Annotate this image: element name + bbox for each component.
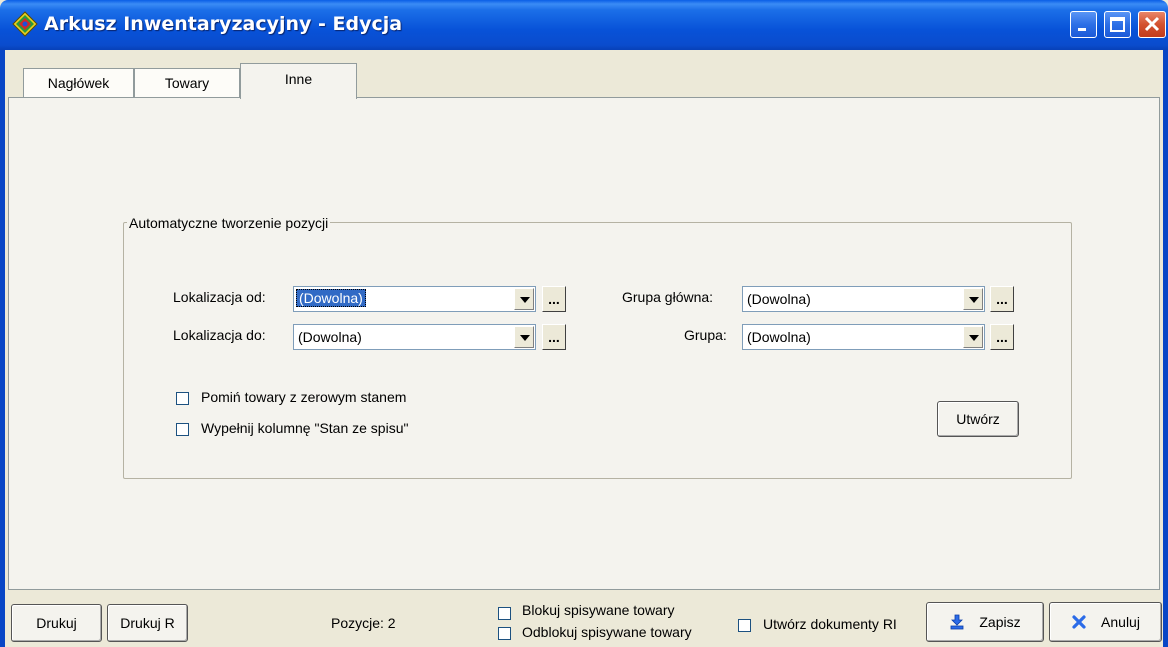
title-bar[interactable]: Arkusz Inwentaryzacyjny - Edycja	[0, 0, 1168, 50]
tab-naglowek[interactable]: Nagłówek	[23, 68, 134, 98]
maximize-icon	[1110, 17, 1125, 32]
drukuj-r-label: Drukuj R	[120, 615, 175, 631]
lokalizacja-od-select[interactable]: (Dowolna)	[293, 286, 536, 312]
lokalizacja-od-browse-button[interactable]: ...	[542, 286, 566, 312]
grupa-glowna-select[interactable]: (Dowolna)	[742, 286, 985, 312]
lokalizacja-do-label: Lokalizacja do:	[173, 327, 266, 343]
drukuj-r-button[interactable]: Drukuj R	[107, 604, 188, 642]
minimize-button[interactable]	[1070, 11, 1097, 38]
tab-label: Towary	[164, 75, 210, 91]
drukuj-label: Drukuj	[36, 615, 77, 631]
pomin-zerowe-checkbox[interactable]	[176, 392, 189, 405]
tab-label: Nagłówek	[47, 75, 110, 91]
odblokuj-checkbox[interactable]	[498, 627, 511, 640]
app-window: Arkusz Inwentaryzacyjny - Edycja Nagłówe…	[0, 0, 1168, 647]
wypelnij-stan-label: Wypełnij kolumnę "Stan ze spisu"	[201, 420, 409, 436]
anuluj-label: Anuluj	[1101, 614, 1140, 630]
chevron-down-icon[interactable]	[963, 326, 983, 348]
app-icon	[12, 11, 38, 37]
lokalizacja-do-value: (Dowolna)	[298, 329, 362, 345]
window-border-right	[1163, 50, 1168, 647]
pomin-zerowe-label: Pomiń towary z zerowym stanem	[201, 389, 407, 405]
minimize-icon	[1078, 28, 1086, 31]
zapisz-label: Zapisz	[979, 614, 1021, 630]
tab-inne[interactable]: Inne	[240, 63, 357, 99]
utworz-button[interactable]: Utwórz	[937, 401, 1019, 437]
lokalizacja-do-browse-button[interactable]: ...	[542, 324, 566, 350]
groupbox-title: Automatyczne tworzenie pozycji	[127, 215, 331, 231]
utworz-label: Utwórz	[956, 411, 1000, 427]
utworz-ri-label: Utwórz dokumenty RI	[763, 616, 897, 632]
grupa-glowna-label: Grupa główna:	[622, 289, 714, 305]
auto-create-groupbox	[123, 222, 1072, 479]
lokalizacja-od-value: (Dowolna)	[296, 289, 366, 307]
zapisz-button[interactable]: Zapisz	[926, 602, 1044, 642]
blokuj-checkbox[interactable]	[498, 607, 511, 620]
chevron-down-icon[interactable]	[514, 326, 534, 348]
grupa-glowna-browse-button[interactable]: ...	[990, 286, 1014, 312]
anuluj-button[interactable]: Anuluj	[1049, 602, 1162, 642]
blokuj-label: Blokuj spisywane towary	[522, 602, 675, 618]
grupa-label: Grupa:	[684, 327, 727, 343]
pozycje-count: Pozycje: 2	[331, 615, 396, 631]
odblokuj-label: Odblokuj spisywane towary	[522, 624, 692, 640]
window-title: Arkusz Inwentaryzacyjny - Edycja	[44, 13, 403, 35]
save-icon	[950, 614, 964, 630]
close-icon	[1144, 16, 1160, 32]
maximize-button[interactable]	[1104, 11, 1131, 38]
tab-label: Inne	[284, 71, 313, 87]
grupa-browse-button[interactable]: ...	[990, 324, 1014, 350]
chevron-down-icon[interactable]	[963, 288, 983, 310]
lokalizacja-od-label: Lokalizacja od:	[173, 289, 266, 305]
grupa-select[interactable]: (Dowolna)	[742, 324, 985, 350]
tab-towary[interactable]: Towary	[134, 68, 240, 98]
wypelnij-stan-checkbox[interactable]	[176, 423, 189, 436]
chevron-down-icon[interactable]	[514, 288, 534, 310]
grupa-value: (Dowolna)	[747, 329, 811, 345]
utworz-ri-checkbox[interactable]	[738, 619, 751, 632]
grupa-glowna-value: (Dowolna)	[747, 291, 811, 307]
close-button[interactable]	[1138, 11, 1166, 38]
drukuj-button[interactable]: Drukuj	[11, 604, 102, 642]
cancel-icon	[1072, 615, 1086, 629]
lokalizacja-do-select[interactable]: (Dowolna)	[293, 324, 536, 350]
